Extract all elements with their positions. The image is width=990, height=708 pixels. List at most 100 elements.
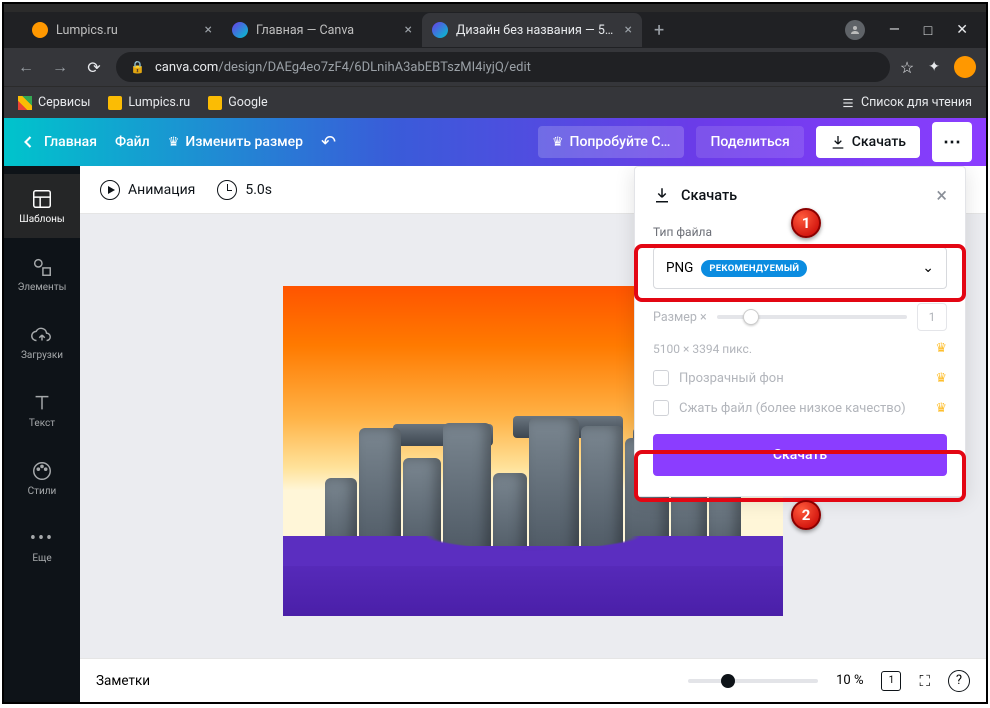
url-domain: canva.com [155, 60, 218, 75]
try-pro-button[interactable]: ♛ Попробуйте C… [538, 126, 685, 158]
close-panel-button[interactable]: × [936, 183, 947, 207]
bookmark-label: Сервисы [38, 95, 90, 110]
fullscreen-button[interactable]: ⛶ [919, 672, 930, 690]
sidebar-item-more[interactable]: ••• Еще [4, 514, 80, 578]
canvas-area: Анимация 5.0s [80, 166, 986, 702]
close-window-button[interactable]: ✕ [956, 22, 968, 38]
minimize-button[interactable]: — [889, 22, 900, 38]
crown-icon: ♛ [935, 341, 947, 356]
checkbox-icon [653, 400, 669, 416]
duration-button[interactable]: 5.0s [217, 180, 272, 200]
sidebar-item-styles[interactable]: Стили [4, 446, 80, 510]
dimensions-text: 5100 × 3394 пикс. [653, 342, 752, 356]
sidebar-label: Элементы [18, 282, 67, 293]
sidebar-item-elements[interactable]: Элементы [4, 242, 80, 306]
new-tab-button[interactable]: + [642, 20, 676, 41]
resize-button[interactable]: ♛Изменить размер [168, 134, 303, 150]
canva-header: Главная Файл ♛Изменить размер ↶ ♛ Попробу… [4, 118, 986, 166]
close-icon[interactable]: × [205, 22, 212, 38]
maximize-button[interactable]: □ [924, 22, 932, 39]
folder-icon [108, 96, 122, 110]
lock-icon: 🔒 [130, 60, 145, 74]
animation-label: Анимация [128, 182, 195, 198]
forward-button[interactable]: → [48, 57, 72, 77]
share-label: Поделиться [710, 134, 789, 150]
sidebar-item-text[interactable]: Текст [4, 378, 80, 442]
favicon-icon [232, 22, 248, 38]
tab-canva-design[interactable]: Дизайн без названия — 5100 × [422, 13, 642, 47]
crown-icon: ♛ [552, 135, 564, 150]
bookmark-label: Lumpics.ru [128, 95, 190, 110]
more-icon: ••• [30, 528, 54, 549]
help-button[interactable]: ? [948, 670, 970, 692]
share-button[interactable]: Поделиться [696, 126, 803, 158]
size-value[interactable]: 1 [917, 303, 947, 331]
palette-icon [31, 460, 53, 482]
compress-checkbox[interactable]: Сжать файл (более низкое качество) ♛ [653, 400, 947, 416]
undo-button[interactable]: ↶ [321, 132, 336, 153]
filetype-label: Тип файла [653, 225, 947, 239]
reading-list-button[interactable]: Список для чтения [841, 95, 972, 110]
download-panel: Скачать × Тип файла PNG РЕКОМЕНДУЕМЫЙ ⌄ … [634, 166, 966, 497]
crown-icon: ♛ [168, 135, 180, 150]
tab-title: Дизайн без названия — 5100 [456, 23, 617, 38]
bookmark-google[interactable]: Google [208, 95, 267, 110]
reading-list-label: Список для чтения [861, 95, 972, 110]
more-button[interactable]: ⋯ [932, 122, 972, 162]
close-icon[interactable]: × [625, 22, 632, 38]
reload-button[interactable]: ⟳ [82, 58, 106, 77]
address-bar-row: ← → ⟳ 🔒 canva.com/design/DAEg4eo7zF4/6DL… [4, 48, 986, 86]
filetype-select[interactable]: PNG РЕКОМЕНДУЕМЫЙ ⌄ [653, 247, 947, 289]
download-button[interactable]: Скачать [653, 434, 947, 476]
elements-icon [31, 256, 53, 278]
cloud-upload-icon [31, 324, 53, 346]
sidebar-label: Еще [32, 553, 51, 564]
chevron-left-icon [18, 132, 38, 152]
tab-title: Главная — Canva [256, 23, 397, 38]
checkbox-label: Сжать файл (более низкое качество) [679, 401, 906, 416]
apps-icon [18, 96, 32, 110]
zoom-value: 10 % [836, 673, 863, 688]
profile-avatar[interactable] [954, 56, 976, 78]
notes-button[interactable]: Заметки [96, 673, 150, 689]
browser-tabs: Lumpics.ru × Главная — Canva × Дизайн бе… [4, 12, 986, 48]
bookmark-lumpics[interactable]: Lumpics.ru [108, 95, 190, 110]
try-pro-label: Попробуйте C… [570, 134, 671, 150]
file-menu[interactable]: Файл [115, 134, 150, 150]
bookmark-star-icon[interactable]: ☆ [900, 58, 914, 77]
url-input[interactable]: 🔒 canva.com/design/DAEg4eo7zF4/6DLnihA3a… [116, 52, 890, 82]
sidebar-label: Стили [28, 486, 57, 497]
guest-icon[interactable] [845, 20, 865, 40]
checkbox-icon [653, 370, 669, 386]
duration-label: 5.0s [245, 182, 272, 198]
download-label: Скачать [852, 134, 906, 150]
checkbox-label: Прозрачный фон [679, 371, 784, 386]
sidebar-label: Шаблоны [19, 214, 64, 225]
download-icon [653, 186, 671, 204]
close-icon[interactable]: × [405, 22, 412, 38]
page-overview-button[interactable]: 1 [881, 671, 901, 691]
sidebar-item-templates[interactable]: Шаблоны [4, 174, 80, 238]
header-download-button[interactable]: Скачать [816, 126, 920, 158]
extensions-icon[interactable]: ✦ [928, 59, 940, 75]
tab-lumpics[interactable]: Lumpics.ru × [22, 13, 222, 47]
bottom-bar: Заметки 10 % 1 ⛶ ? [80, 658, 986, 702]
back-button[interactable]: ← [14, 57, 38, 77]
zoom-slider[interactable] [688, 679, 818, 683]
sidebar-item-uploads[interactable]: Загрузки [4, 310, 80, 374]
recommended-badge: РЕКОМЕНДУЕМЫЙ [701, 260, 807, 277]
home-button[interactable]: Главная [18, 132, 97, 152]
download-button-label: Скачать [773, 447, 827, 463]
size-slider[interactable] [717, 315, 907, 319]
chevron-down-icon: ⌄ [922, 260, 934, 276]
transparent-bg-checkbox[interactable]: Прозрачный фон ♛ [653, 370, 947, 386]
text-icon [31, 392, 53, 414]
play-icon [100, 180, 120, 200]
download-icon [830, 134, 846, 150]
apps-bookmark[interactable]: Сервисы [18, 95, 90, 110]
tab-canva-home[interactable]: Главная — Canva × [222, 13, 422, 47]
animation-button[interactable]: Анимация [100, 180, 195, 200]
file-label: Файл [115, 134, 150, 150]
favicon-icon [432, 22, 448, 38]
clock-icon [217, 180, 237, 200]
